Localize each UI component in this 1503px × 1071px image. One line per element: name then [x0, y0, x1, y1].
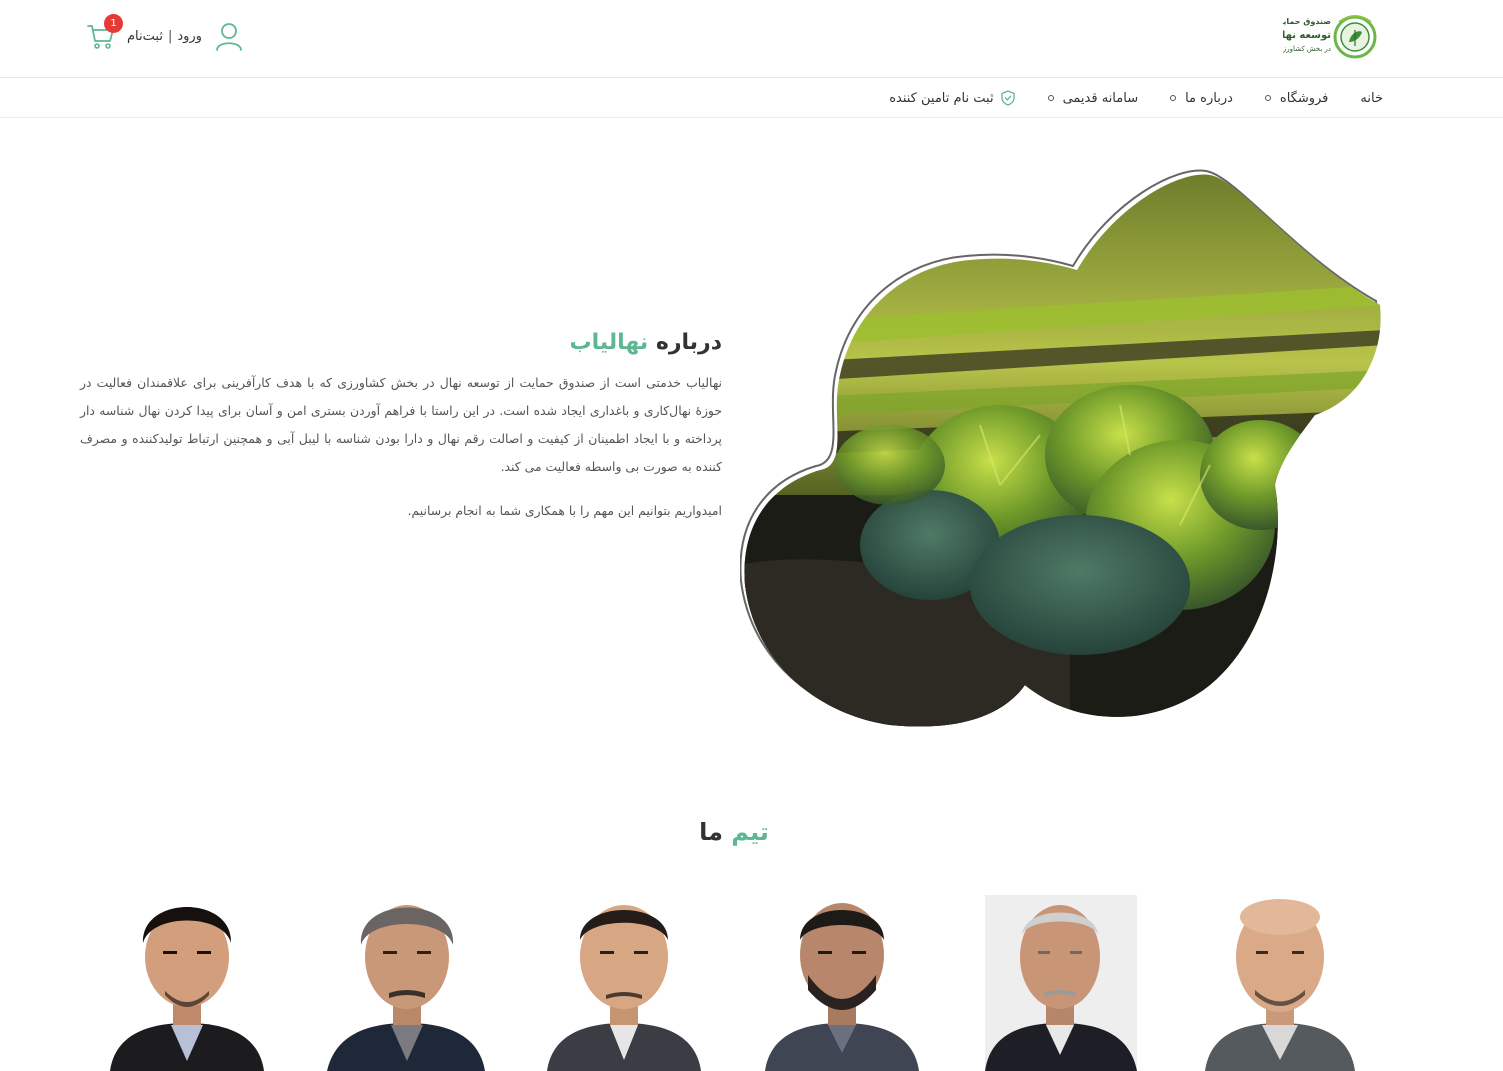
- cart-count-badge: 1: [104, 14, 123, 33]
- submenu-dot-icon: [1170, 95, 1177, 101]
- register-link[interactable]: ثبت‌نام: [127, 29, 163, 44]
- team-member-photo: [107, 895, 267, 1071]
- logo-text-1: صندوق حمایت از: [1283, 17, 1331, 26]
- team-member-photo: [1200, 895, 1360, 1071]
- logo-text-3: در بخش کشاورزی: [1283, 45, 1331, 53]
- user-area: 1 ورود | ثبت‌نام: [85, 14, 244, 58]
- team-members: [0, 895, 1503, 1071]
- about-title-prefix: درباره: [655, 330, 722, 355]
- about-title: درباره نهالیاب: [80, 330, 722, 355]
- nav-item-shop[interactable]: فروشگاه: [1264, 90, 1329, 106]
- about-paragraph-2: امیدواریم بتوانیم این مهم را با همکاری ش…: [407, 503, 722, 518]
- site-header: صندوق حمایت از توسعه نهال در بخش کشاورزی…: [0, 0, 1503, 78]
- about-title-accent: نهالیاب: [569, 330, 649, 355]
- user-icon[interactable]: [214, 21, 244, 51]
- nav-item-label: ثبت نام تامین کننده: [889, 90, 994, 106]
- team-member-photo: [544, 895, 704, 1071]
- main-nav: خانه فروشگاه درباره ما سامانه قدیمی ثبت …: [0, 79, 1503, 118]
- auth-separator: |: [167, 28, 173, 44]
- about-paragraph-1: نهالیاب خدمتی است از صندوق حمایت از توسع…: [80, 375, 722, 474]
- team-title: تیم ما: [0, 818, 1468, 846]
- nav-item-old-system[interactable]: سامانه قدیمی: [1047, 90, 1139, 106]
- team-title-prefix: تیم: [731, 818, 769, 846]
- about-section: درباره نهالیاب نهالیاب خدمتی است از صندو…: [80, 330, 722, 525]
- cart-button[interactable]: 1: [85, 14, 123, 52]
- about-image: [740, 169, 1381, 727]
- site-logo[interactable]: صندوق حمایت از توسعه نهال در بخش کشاورزی: [1283, 12, 1379, 62]
- submenu-dot-icon: [1047, 95, 1054, 101]
- shield-check-icon: [1000, 90, 1015, 106]
- nav-item-label: درباره ما: [1185, 90, 1233, 106]
- nav-item-supplier-register[interactable]: ثبت نام تامین کننده: [889, 90, 1015, 106]
- submenu-dot-icon: [1264, 95, 1271, 101]
- auth-links: ورود | ثبت‌نام: [127, 29, 202, 44]
- team-title-accent: ما: [699, 818, 723, 846]
- nav-item-label: خانه: [1360, 90, 1383, 106]
- nav-item-home[interactable]: خانه: [1360, 91, 1383, 106]
- login-link[interactable]: ورود: [177, 29, 202, 44]
- logo-text-2: توسعه نهال: [1283, 30, 1331, 41]
- nav-item-label: سامانه قدیمی: [1062, 90, 1139, 106]
- nav-item-about[interactable]: درباره ما: [1170, 91, 1233, 106]
- nav-item-label: فروشگاه: [1279, 90, 1329, 106]
- team-member-photo: [327, 895, 487, 1071]
- team-member-photo: [980, 895, 1140, 1071]
- team-member-photo: [762, 895, 922, 1071]
